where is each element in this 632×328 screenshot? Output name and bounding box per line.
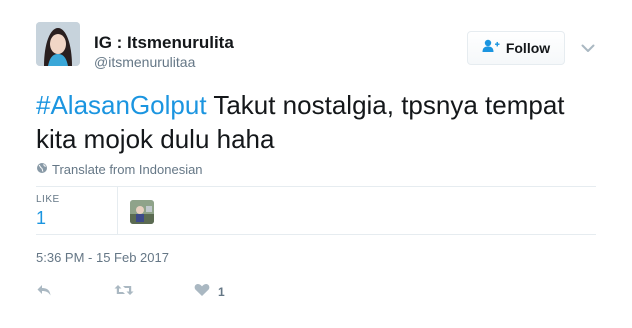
liker-avatar[interactable] bbox=[130, 200, 154, 224]
translate-label: Translate from Indonesian bbox=[52, 162, 203, 177]
tweet-card: IG : Itsmenurulita @itsmenurulitaa Follo… bbox=[0, 0, 632, 328]
globe-icon bbox=[36, 162, 48, 177]
like-count: 1 bbox=[218, 285, 225, 299]
likes-stat: LIKE 1 bbox=[36, 194, 116, 234]
reply-button[interactable] bbox=[36, 283, 52, 302]
hashtag-link[interactable]: #AlasanGolput bbox=[36, 90, 207, 120]
stats-separator bbox=[117, 186, 118, 234]
like-button[interactable]: 1 bbox=[194, 283, 225, 302]
tweet-text: #AlasanGolput Takut nostalgia, tpsnya te… bbox=[36, 88, 596, 156]
action-bar: 1 bbox=[36, 282, 225, 302]
chevron-down-icon[interactable] bbox=[580, 41, 596, 55]
reply-icon bbox=[36, 283, 52, 302]
likes-stat-label: LIKE bbox=[36, 194, 60, 205]
avatar[interactable] bbox=[36, 22, 80, 66]
tweet-timestamp[interactable]: 5:36 PM - 15 Feb 2017 bbox=[36, 250, 169, 265]
avatar-image bbox=[36, 22, 80, 66]
follow-label: Follow bbox=[505, 40, 551, 56]
retweet-button[interactable] bbox=[114, 283, 134, 302]
retweet-icon bbox=[114, 283, 134, 302]
follow-button[interactable]: Follow bbox=[467, 31, 565, 65]
display-name[interactable]: IG : Itsmenurulita bbox=[94, 33, 234, 53]
heart-icon bbox=[194, 283, 210, 302]
divider bbox=[36, 234, 596, 235]
liker-avatar-image bbox=[130, 200, 154, 224]
person-plus-icon bbox=[482, 39, 500, 58]
likes-stat-value[interactable]: 1 bbox=[36, 208, 46, 229]
user-handle[interactable]: @itsmenurulitaa bbox=[94, 54, 195, 70]
divider bbox=[36, 186, 596, 187]
translate-link[interactable]: Translate from Indonesian bbox=[36, 162, 203, 177]
